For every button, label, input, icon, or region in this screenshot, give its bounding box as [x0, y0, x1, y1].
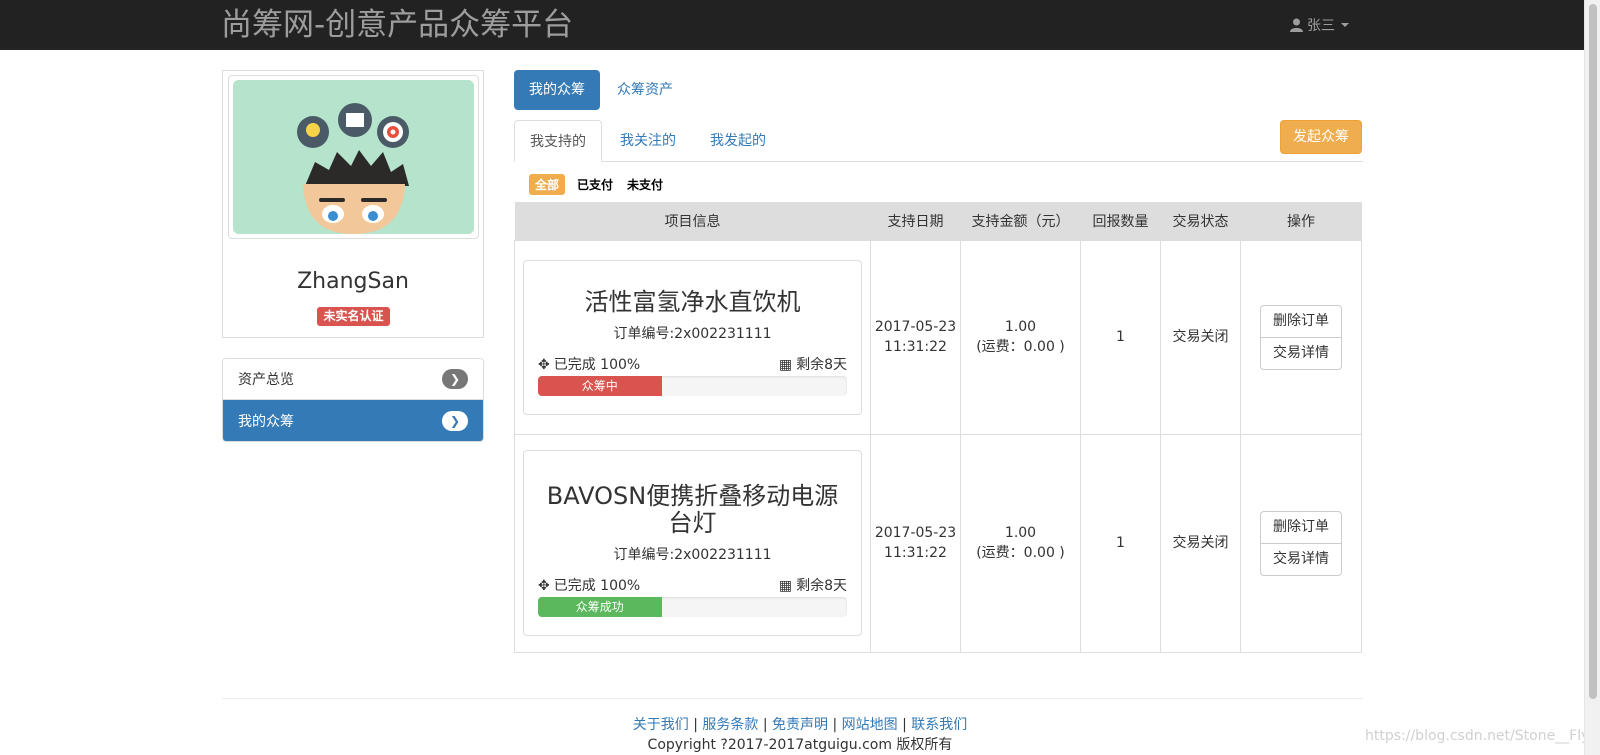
reward-quantity: 1 — [1080, 239, 1161, 435]
project-info-cell: BAVOSN便携折叠移动电源台灯 订单编号:2x002231111 ✥ 已完成 … — [514, 433, 871, 653]
actions-cell: 删除订单 交易详情 — [1240, 433, 1362, 653]
completion-text: 已完成 100% — [553, 578, 641, 594]
remaining-label: ▦ 剩余8天 — [779, 356, 847, 374]
orders-table: 项目信息 支持日期 支持金额（元） 回报数量 交易状态 操作 活性富氢净水直饮机… — [514, 202, 1362, 653]
order-number: 订单编号:2x002231111 — [613, 547, 772, 563]
calendar-icon: ▦ — [778, 578, 793, 594]
tab-crowdfunding-assets[interactable]: 众筹资产 — [602, 70, 688, 110]
verification-badge: 未实名认证 — [317, 307, 390, 326]
move-icon: ✥ — [538, 578, 550, 594]
remaining-label: ▦ 剩余8天 — [779, 577, 847, 595]
trade-status: 交易关闭 — [1160, 239, 1241, 435]
move-icon: ✥ — [538, 356, 550, 373]
reward-quantity: 1 — [1080, 433, 1161, 653]
chevron-right-icon: ❯ — [442, 410, 468, 431]
support-amount: 1.00 — [1004, 319, 1037, 335]
user-icon — [1290, 18, 1303, 32]
calendar-icon: ▦ — [778, 356, 793, 373]
completion-label: ✥ 已完成 100% — [538, 577, 640, 595]
completion-text: 已完成 100% — [553, 356, 641, 373]
trade-status: 交易关闭 — [1160, 433, 1241, 653]
progress-fill: 众筹中 — [538, 375, 662, 396]
support-time: 11:31:22 — [884, 545, 947, 561]
actions-cell: 删除订单 交易详情 — [1240, 239, 1362, 435]
copyright-text: Copyright ?2017-2017atguigu.com 版权所有 — [647, 737, 953, 753]
caret-down-icon — [1341, 23, 1349, 27]
table-row: BAVOSN便携折叠移动电源台灯 订单编号:2x002231111 ✥ 已完成 … — [514, 433, 1362, 653]
remaining-text: 剩余8天 — [796, 356, 847, 373]
footer-link-terms[interactable]: 服务条款 — [702, 717, 758, 733]
header-support-date: 支持日期 — [870, 202, 961, 240]
tab-supported[interactable]: 我支持的 — [514, 120, 602, 162]
header-trade-status: 交易状态 — [1160, 202, 1241, 240]
project-card: 活性富氢净水直饮机 订单编号:2x002231111 ✥ 已完成 100% ▦ … — [523, 259, 862, 415]
completion-label: ✥ 已完成 100% — [538, 356, 640, 374]
launch-crowdfunding-button[interactable]: 发起众筹 — [1280, 120, 1362, 154]
side-menu: 资产总览 ❯ 我的众筹 ❯ — [222, 358, 484, 442]
progress-bar: 众筹成功 — [538, 597, 847, 617]
shipping-fee: (运费：0.00 ) — [976, 339, 1065, 355]
filter-paid[interactable]: 已支付 — [575, 174, 615, 195]
brand-title[interactable]: 尚筹网-创意产品众筹平台 — [221, 4, 573, 46]
tab-launched[interactable]: 我发起的 — [695, 120, 781, 162]
side-item-label: 资产总览 — [238, 372, 294, 388]
progress-bar: 众筹中 — [538, 375, 847, 396]
support-date-cell: 2017-05-23 11:31:22 — [870, 239, 961, 435]
support-date-cell: 2017-05-23 11:31:22 — [870, 433, 961, 653]
project-card: BAVOSN便携折叠移动电源台灯 订单编号:2x002231111 ✥ 已完成 … — [523, 450, 862, 636]
footer-link-sitemap[interactable]: 网站地图 — [842, 717, 898, 733]
header-support-amount: 支持金额（元） — [960, 202, 1081, 240]
shipping-fee: (运费：0.00 ) — [976, 545, 1065, 561]
support-amount-cell: 1.00 (运费：0.00 ) — [960, 239, 1081, 435]
user-name: 张三 — [1307, 18, 1335, 34]
tab-my-crowdfunding[interactable]: 我的众筹 — [514, 70, 600, 110]
action-buttons: 删除订单 交易详情 — [1260, 304, 1342, 370]
delete-order-button[interactable]: 删除订单 — [1260, 304, 1342, 338]
progress-labels: ✥ 已完成 100% ▦ 剩余8天 — [538, 356, 847, 374]
tab-followed[interactable]: 我关注的 — [605, 120, 691, 162]
user-menu[interactable]: 张三 — [1290, 15, 1349, 35]
delete-order-button[interactable]: 删除订单 — [1260, 510, 1342, 544]
scrollbar-thumb[interactable] — [1589, 4, 1597, 699]
footer-divider — [222, 698, 1363, 699]
chevron-right-icon: ❯ — [442, 369, 468, 389]
footer-link-disclaimer[interactable]: 免责声明 — [772, 717, 828, 733]
side-item-my-crowdfunding[interactable]: 我的众筹 ❯ — [223, 400, 483, 441]
filter-unpaid[interactable]: 未支付 — [625, 174, 665, 195]
side-item-asset-overview[interactable]: 资产总览 ❯ — [223, 359, 483, 400]
project-info-cell: 活性富氢净水直饮机 订单编号:2x002231111 ✥ 已完成 100% ▦ … — [514, 239, 871, 435]
payment-filters: 全部 已支付 未支付 — [529, 174, 665, 195]
filter-all[interactable]: 全部 — [529, 174, 566, 195]
watermark-text: https://blog.csdn.net/Stone__Fly — [1365, 728, 1590, 744]
order-number: 订单编号:2x002231111 — [613, 325, 772, 342]
action-buttons: 删除订单 交易详情 — [1260, 510, 1342, 576]
footer-link-about[interactable]: 关于我们 — [633, 717, 689, 733]
trade-details-button[interactable]: 交易详情 — [1260, 542, 1342, 576]
vertical-scrollbar[interactable] — [1584, 0, 1600, 755]
project-title[interactable]: BAVOSN便携折叠移动电源台灯 — [538, 483, 847, 537]
table-row: 活性富氢净水直饮机 订单编号:2x002231111 ✥ 已完成 100% ▦ … — [514, 239, 1362, 435]
header-actions: 操作 — [1240, 202, 1362, 240]
support-date: 2017-05-23 — [874, 525, 957, 541]
side-item-label: 我的众筹 — [238, 413, 294, 430]
profile-name: ZhangSan — [297, 269, 409, 294]
footer-link-contact[interactable]: 联系我们 — [911, 717, 967, 733]
project-title[interactable]: 活性富氢净水直饮机 — [538, 288, 847, 316]
header-reward-quantity: 回报数量 — [1080, 202, 1161, 240]
table-header-row: 项目信息 支持日期 支持金额（元） 回报数量 交易状态 操作 — [514, 202, 1362, 240]
remaining-text: 剩余8天 — [796, 578, 847, 594]
top-navbar: 尚筹网-创意产品众筹平台 张三 — [0, 0, 1600, 50]
support-amount: 1.00 — [1004, 525, 1037, 541]
footer-links: 关于我们 | 服务条款 | 免责声明 | 网站地图 | 联系我们 — [632, 717, 968, 733]
avatar — [228, 75, 479, 239]
progress-fill: 众筹成功 — [538, 597, 662, 617]
trade-details-button[interactable]: 交易详情 — [1260, 336, 1342, 370]
progress-labels: ✥ 已完成 100% ▦ 剩余8天 — [538, 577, 847, 595]
support-time: 11:31:22 — [884, 339, 947, 355]
support-date: 2017-05-23 — [874, 319, 957, 335]
avatar-image — [233, 80, 474, 234]
header-project-info: 项目信息 — [514, 202, 871, 240]
support-amount-cell: 1.00 (运费：0.00 ) — [960, 433, 1081, 653]
profile-panel: ZhangSan 未实名认证 — [222, 70, 484, 338]
